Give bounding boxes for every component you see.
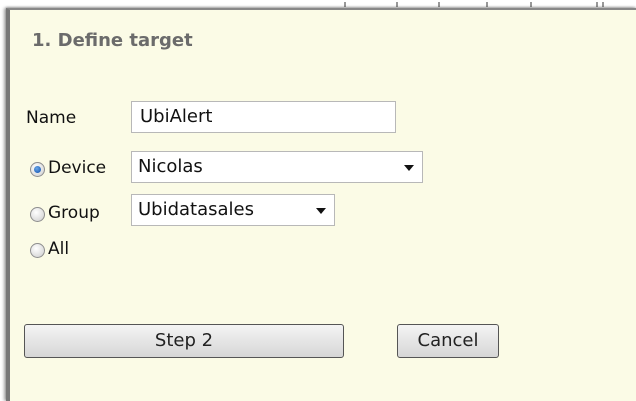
all-radio[interactable] [30,243,45,258]
cancel-button[interactable]: Cancel [397,324,499,358]
group-label: Group [48,203,100,223]
group-select-value: Ubidatasales [138,199,255,220]
stage: 1. Define target Name UbiAlert Device Ni… [0,0,636,401]
all-label: All [48,239,70,259]
group-select[interactable]: Ubidatasales [131,194,335,226]
device-label: Device [48,158,107,178]
device-radio[interactable] [30,162,45,177]
chevron-down-icon [404,165,414,171]
device-select-value: Nicolas [138,156,203,177]
name-label: Name [26,108,77,128]
chevron-down-icon [316,208,326,214]
step-2-button[interactable]: Step 2 [24,324,344,358]
section-title: 1. Define target [32,30,193,51]
group-radio[interactable] [30,207,45,222]
name-input[interactable]: UbiAlert [131,101,396,133]
device-select[interactable]: Nicolas [131,151,423,183]
name-input-value: UbiAlert [140,106,213,127]
